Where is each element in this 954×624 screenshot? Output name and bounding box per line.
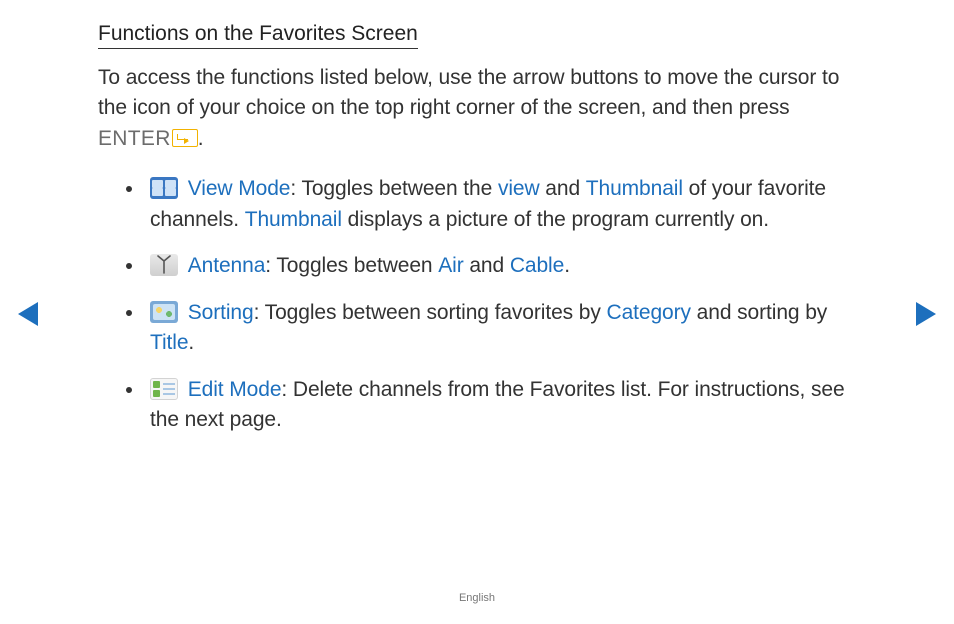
sorting-icon bbox=[150, 301, 178, 323]
seg: and bbox=[464, 254, 510, 277]
seg: and bbox=[540, 177, 586, 200]
intro-paragraph: To access the functions listed below, us… bbox=[98, 63, 858, 154]
kw-cable: Cable bbox=[510, 254, 564, 277]
kw-thumbnail: Thumbnail bbox=[245, 208, 342, 231]
enter-label: ENTER bbox=[98, 127, 171, 150]
seg: : Toggles between the bbox=[290, 177, 498, 200]
section-heading: Functions on the Favorites Screen bbox=[98, 22, 418, 49]
list-item: Sorting: Toggles between sorting favorit… bbox=[120, 298, 858, 359]
prev-page-arrow[interactable] bbox=[18, 302, 38, 326]
edit-mode-icon bbox=[150, 378, 178, 400]
seg: : Toggles between sorting favorites by bbox=[254, 301, 607, 324]
term-edit-mode: Edit Mode bbox=[188, 378, 282, 401]
kw-title: Title bbox=[150, 331, 188, 354]
term-sorting: Sorting bbox=[188, 301, 254, 324]
seg: displays a picture of the program curren… bbox=[342, 208, 769, 231]
intro-period: . bbox=[198, 127, 204, 150]
kw-air: Air bbox=[438, 254, 463, 277]
antenna-icon bbox=[150, 254, 178, 276]
function-list: View Mode: Toggles between the view and … bbox=[98, 174, 858, 435]
seg: . bbox=[564, 254, 570, 277]
kw-thumbnail: Thumbnail bbox=[586, 177, 683, 200]
list-item: View Mode: Toggles between the view and … bbox=[120, 174, 858, 235]
intro-text: To access the functions listed below, us… bbox=[98, 66, 839, 119]
page-content: Functions on the Favorites Screen To acc… bbox=[98, 22, 858, 451]
seg: . bbox=[188, 331, 194, 354]
next-page-arrow[interactable] bbox=[916, 302, 936, 326]
term-view-mode: View Mode bbox=[188, 177, 291, 200]
kw-category: Category bbox=[607, 301, 691, 324]
list-item: Antenna: Toggles between Air and Cable. bbox=[120, 251, 858, 281]
footer-language: English bbox=[0, 592, 954, 604]
seg: and sorting by bbox=[691, 301, 827, 324]
seg: : Toggles between bbox=[265, 254, 438, 277]
term-antenna: Antenna bbox=[188, 254, 266, 277]
view-mode-icon bbox=[150, 177, 178, 199]
kw-view: view bbox=[498, 177, 540, 200]
list-item: Edit Mode: Delete channels from the Favo… bbox=[120, 375, 858, 436]
enter-icon bbox=[172, 129, 198, 147]
